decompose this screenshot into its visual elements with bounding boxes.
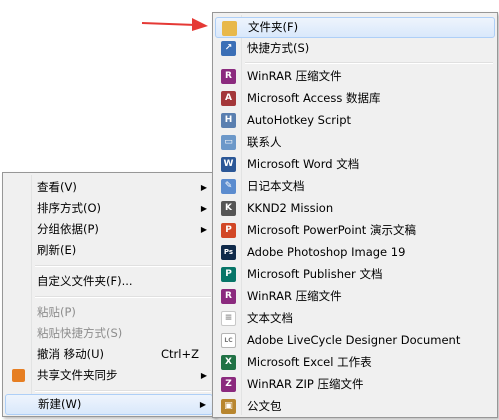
submenu-arrow-icon: ▶	[200, 204, 207, 213]
new-item-publisher[interactable]: P Microsoft Publisher 文档	[215, 264, 495, 285]
new-item-label: Adobe Photoshop Image 19	[247, 245, 406, 259]
menu-item-sort-by[interactable]: 排序方式(O) ▶	[5, 198, 213, 219]
publisher-icon: P	[221, 267, 236, 282]
briefcase-icon: ▣	[221, 399, 236, 414]
menu-item-label: 新建(W)	[38, 397, 82, 411]
text-document-icon: ≡	[221, 311, 236, 326]
new-item-excel[interactable]: X Microsoft Excel 工作表	[215, 352, 495, 373]
new-item-label: WinRAR ZIP 压缩文件	[247, 377, 364, 391]
contact-icon: ▭	[221, 135, 236, 150]
menu-separator	[245, 62, 493, 64]
submenu-arrow-icon: ▶	[200, 225, 207, 234]
new-item-label: Microsoft Word 文档	[247, 157, 360, 171]
menu-item-customize-folder[interactable]: 自定义文件夹(F)...	[5, 271, 213, 292]
new-item-label: Microsoft Access 数据库	[247, 91, 381, 105]
menu-item-label: 排序方式(O)	[37, 201, 102, 215]
menu-item-shortcut: Ctrl+Z	[161, 347, 199, 361]
menu-item-label: 分组依据(P)	[37, 222, 99, 236]
new-item-label: Microsoft Publisher 文档	[247, 267, 383, 281]
submenu-arrow-icon: ▶	[199, 400, 206, 409]
new-item-text-document[interactable]: ≡ 文本文档	[215, 308, 495, 329]
word-icon: W	[221, 157, 236, 172]
new-item-powerpoint[interactable]: P Microsoft PowerPoint 演示文稿	[215, 220, 495, 241]
new-item-contact[interactable]: ▭ 联系人	[215, 132, 495, 153]
new-item-journal[interactable]: ✎ 日记本文档	[215, 176, 495, 197]
new-item-photoshop[interactable]: Ps Adobe Photoshop Image 19	[215, 242, 495, 263]
new-item-folder[interactable]: 文件夹(F)	[215, 17, 495, 38]
menu-separator	[35, 265, 211, 267]
new-item-label: Microsoft PowerPoint 演示文稿	[247, 223, 416, 237]
new-item-label: 公文包	[247, 399, 282, 413]
menu-item-label: 自定义文件夹(F)...	[37, 274, 133, 288]
new-item-shortcut[interactable]: ↗ 快捷方式(S)	[215, 38, 495, 59]
annotation-arrow-icon	[141, 18, 208, 31]
new-item-label: Microsoft Excel 工作表	[247, 355, 372, 369]
new-item-label: 日记本文档	[247, 179, 305, 193]
menu-item-label: 刷新(E)	[37, 243, 77, 257]
new-item-winrar[interactable]: R WinRAR 压缩文件	[215, 66, 495, 87]
menu-item-group-by[interactable]: 分组依据(P) ▶	[5, 219, 213, 240]
new-item-access[interactable]: A Microsoft Access 数据库	[215, 88, 495, 109]
winrar-icon: R	[221, 289, 236, 304]
access-icon: A	[221, 91, 236, 106]
menu-item-label: 粘贴快捷方式(S)	[37, 326, 123, 340]
menu-item-undo-move[interactable]: 撤消 移动(U) Ctrl+Z	[5, 344, 213, 365]
submenu-arrow-icon: ▶	[200, 183, 207, 192]
new-item-livecycle[interactable]: LC Adobe LiveCycle Designer Document	[215, 330, 495, 351]
menu-item-paste-shortcut: 粘贴快捷方式(S)	[5, 323, 213, 344]
new-item-briefcase[interactable]: ▣ 公文包	[215, 396, 495, 417]
new-item-winrar-zip[interactable]: Z WinRAR ZIP 压缩文件	[215, 374, 495, 395]
shortcut-icon: ↗	[221, 41, 236, 56]
menu-item-view[interactable]: 查看(V) ▶	[5, 177, 213, 198]
winrar-zip-icon: Z	[221, 377, 236, 392]
journal-icon: ✎	[221, 179, 236, 194]
new-item-kknd2[interactable]: K KKND2 Mission	[215, 198, 495, 219]
menu-separator	[35, 296, 211, 298]
menu-item-refresh[interactable]: 刷新(E)	[5, 240, 213, 261]
livecycle-icon: LC	[221, 333, 236, 348]
menu-separator	[35, 390, 211, 392]
desktop-context-menu: 查看(V) ▶ 排序方式(O) ▶ 分组依据(P) ▶ 刷新(E) 自定义文件夹…	[2, 172, 216, 417]
menu-item-shared-folder-sync[interactable]: 共享文件夹同步 ▶	[5, 365, 213, 386]
menu-item-label: 查看(V)	[37, 180, 77, 194]
new-item-word[interactable]: W Microsoft Word 文档	[215, 154, 495, 175]
powerpoint-icon: P	[221, 223, 236, 238]
new-submenu: 文件夹(F) ↗ 快捷方式(S) R WinRAR 压缩文件 A Microso…	[212, 12, 498, 418]
menu-item-label: 粘贴(P)	[37, 305, 76, 319]
menu-item-paste: 粘贴(P)	[5, 302, 213, 323]
new-item-winrar-2[interactable]: R WinRAR 压缩文件	[215, 286, 495, 307]
new-item-label: WinRAR 压缩文件	[247, 69, 342, 83]
new-item-label: AutoHotkey Script	[247, 113, 352, 127]
new-item-label: Adobe LiveCycle Designer Document	[247, 333, 461, 347]
new-item-label: 文件夹(F)	[248, 20, 299, 34]
menu-item-label: 撤消 移动(U)	[37, 347, 105, 361]
new-item-autohotkey[interactable]: H AutoHotkey Script	[215, 110, 495, 131]
new-item-label: WinRAR 压缩文件	[247, 289, 342, 303]
new-item-label: 联系人	[247, 135, 282, 149]
excel-icon: X	[221, 355, 236, 370]
sync-icon	[12, 369, 25, 382]
photoshop-icon: Ps	[221, 245, 236, 260]
winrar-icon: R	[221, 69, 236, 84]
menu-item-new[interactable]: 新建(W) ▶	[5, 394, 213, 415]
folder-icon	[222, 21, 237, 36]
submenu-arrow-icon: ▶	[200, 371, 207, 380]
new-item-label: 文本文档	[247, 311, 293, 325]
kknd2-icon: K	[221, 201, 236, 216]
new-item-label: 快捷方式(S)	[247, 41, 310, 55]
menu-item-label: 共享文件夹同步	[37, 368, 118, 382]
autohotkey-icon: H	[221, 113, 236, 128]
new-item-label: KKND2 Mission	[247, 201, 334, 215]
